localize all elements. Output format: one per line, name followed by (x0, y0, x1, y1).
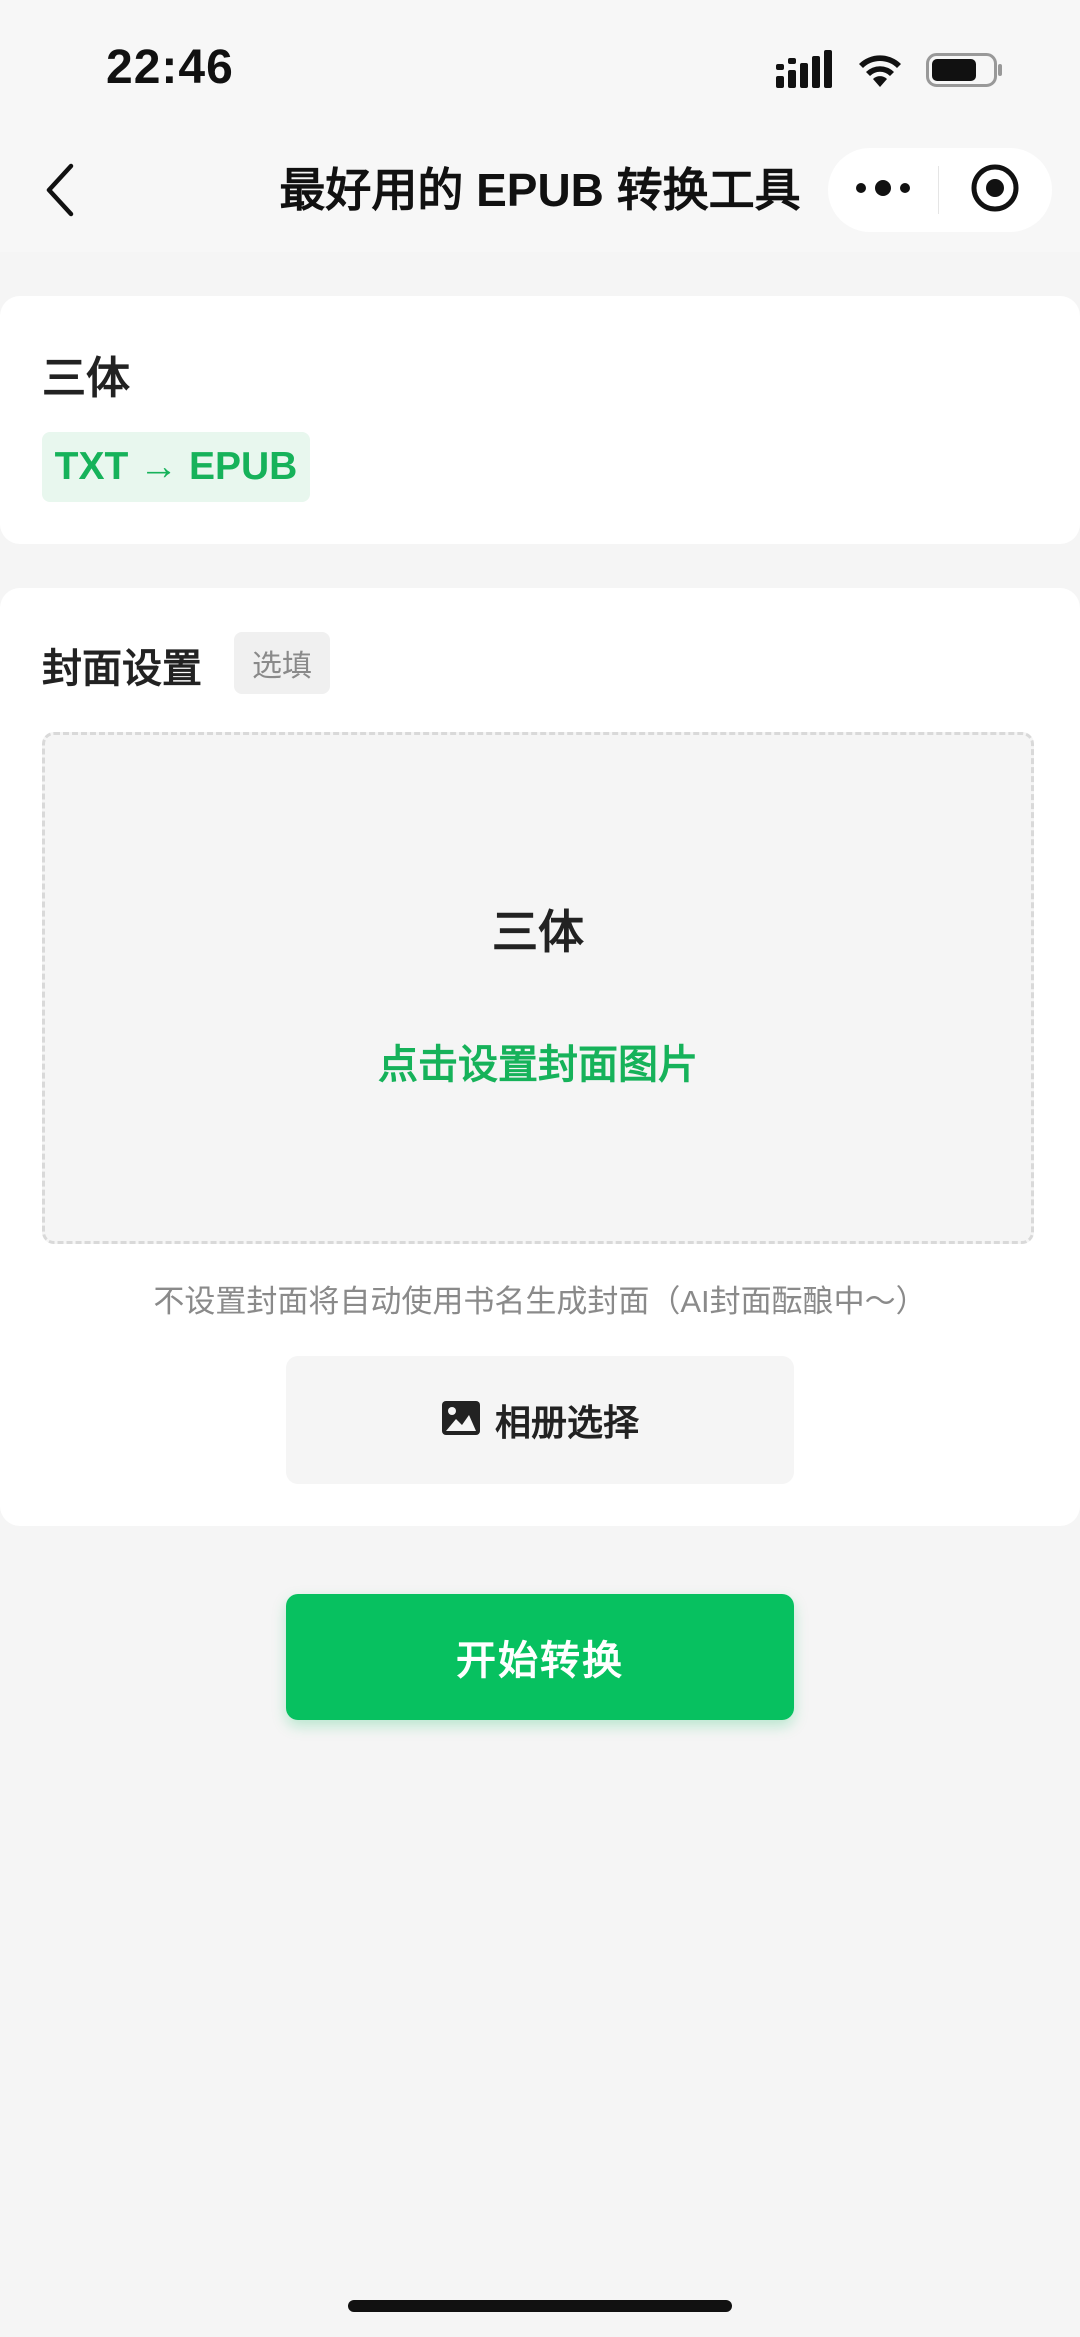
wifi-icon (856, 51, 904, 94)
battery-icon (926, 51, 1004, 94)
book-info-card (0, 296, 1080, 544)
more-button[interactable] (828, 148, 938, 232)
status-time: 22:46 (106, 41, 234, 94)
album-select-button[interactable]: 相册选择 (286, 1356, 794, 1484)
close-mini-program-button[interactable] (939, 148, 1051, 232)
cover-upload-area[interactable] (42, 732, 1034, 1244)
status-icons (776, 49, 1004, 95)
cover-note: 不设置封面将自动使用书名生成封面（AI封面酝酿中～） (153, 1284, 927, 1319)
cellular-signal-icon (776, 49, 834, 95)
cover-settings-heading: 封面设置 (42, 647, 202, 691)
cover-preview-title: 三体 (492, 906, 584, 958)
album-select-label: 相册选择 (494, 1402, 639, 1443)
image-icon (441, 1400, 481, 1441)
target-circle-icon (970, 163, 1020, 218)
start-convert-button[interactable]: 开始转换 (286, 1594, 794, 1720)
format-tag: TXT → EPUB (42, 432, 310, 502)
book-title: 三体 (42, 354, 130, 403)
optional-tag: 选填 (234, 632, 330, 694)
home-indicator (348, 2300, 732, 2312)
more-dots-icon (855, 178, 911, 203)
mini-program-capsule (828, 148, 1052, 232)
cover-upload-hint[interactable]: 点击设置封面图片 (42, 1032, 1034, 1090)
